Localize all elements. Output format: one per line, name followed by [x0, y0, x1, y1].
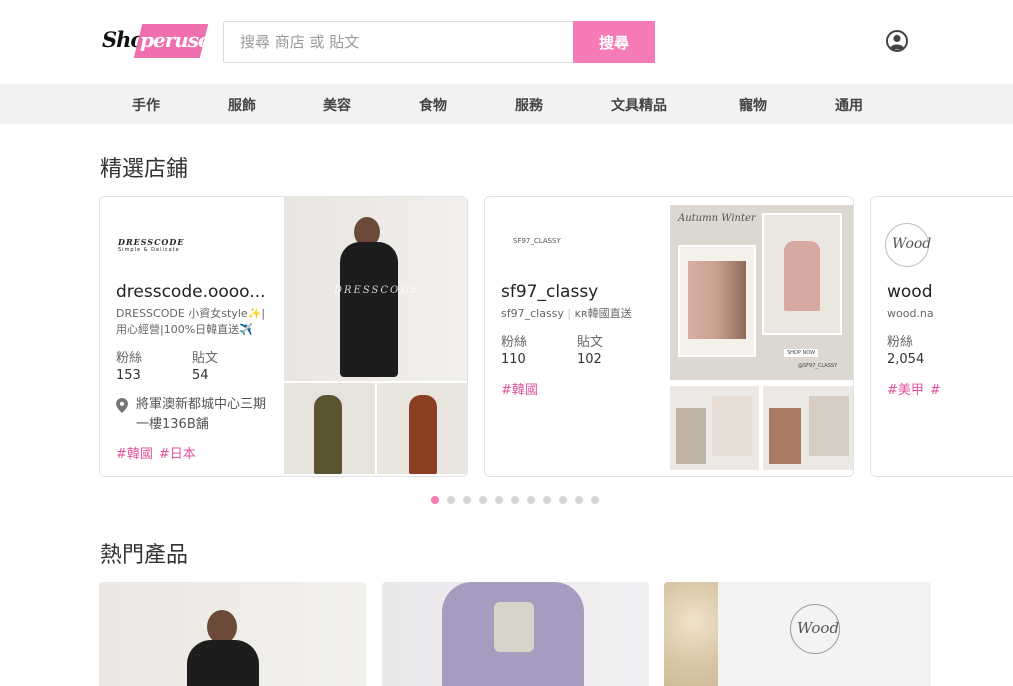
- carousel-dot[interactable]: [431, 496, 439, 504]
- store-photo-thumb-2: [763, 386, 853, 470]
- carousel-dot[interactable]: [559, 496, 567, 504]
- nav-item-beauty[interactable]: 美容: [323, 95, 351, 115]
- followers-label: 粉絲: [501, 335, 528, 350]
- tag-nails[interactable]: #美甲: [887, 383, 924, 398]
- posts-count: 102: [577, 352, 602, 367]
- user-icon[interactable]: [886, 30, 908, 52]
- logo[interactable]: Shop peruse: [100, 22, 211, 60]
- header: Shop peruse 搜尋: [0, 0, 1013, 84]
- logo-peruse: peruse: [140, 28, 211, 52]
- carousel-dot[interactable]: [495, 496, 503, 504]
- carousel-dot[interactable]: [511, 496, 519, 504]
- product-logo-text: Wood: [797, 619, 840, 637]
- nav-item-handmade[interactable]: 手作: [132, 95, 160, 115]
- store-tags: #美甲 #: [887, 379, 947, 398]
- nav-item-apparel[interactable]: 服飾: [228, 95, 256, 115]
- store-name[interactable]: wood: [887, 282, 933, 302]
- store-name[interactable]: dresscode.oooo...: [116, 282, 266, 302]
- store-tags: #韓國 #日本: [116, 443, 202, 462]
- store-handle: wood.na: [887, 307, 934, 320]
- nav-item-general[interactable]: 通用: [835, 95, 863, 115]
- search-input[interactable]: [223, 21, 573, 63]
- nav-item-food[interactable]: 食物: [419, 95, 447, 115]
- carousel-dot[interactable]: [447, 496, 455, 504]
- followers-count: 153: [116, 368, 141, 383]
- nav-item-stationery[interactable]: 文具精品: [611, 95, 667, 115]
- store-card-sf97-classy[interactable]: SF97_CLASSY sf97_classy sf97_classy | ᴋʀ…: [484, 196, 854, 477]
- category-nav: 手作 服飾 美容 食物 服務 文具精品 寵物 通用: [0, 84, 1013, 124]
- nav-item-services[interactable]: 服務: [515, 95, 543, 115]
- store-photo-thumb-2: [377, 383, 467, 474]
- carousel-dot[interactable]: [479, 496, 487, 504]
- store-card-wood[interactable]: Wood wood wood.na 粉絲 2,054 #美甲 #: [870, 196, 1013, 477]
- store-photo-thumb-1: [670, 386, 759, 470]
- product-card-1[interactable]: [99, 582, 366, 686]
- product-card-2[interactable]: [382, 582, 649, 686]
- tag-japan[interactable]: #日本: [159, 447, 196, 462]
- carousel-dot[interactable]: [527, 496, 535, 504]
- carousel-dot[interactable]: [575, 496, 583, 504]
- store-card-dresscode[interactable]: DRESSCODE Simple & Delicate dresscode.oo…: [99, 196, 468, 477]
- store-photo-thumb-1: [284, 383, 375, 474]
- posts-count: 54: [192, 368, 209, 383]
- search-button[interactable]: 搜尋: [573, 21, 655, 63]
- followers-count: 2,054: [887, 352, 925, 367]
- store-photo-text: DRESSCODE: [334, 285, 420, 296]
- store-logo: SF97_CLASSY: [513, 237, 561, 245]
- store-photo-main: DRESSCODE: [284, 197, 467, 381]
- store-description: DRESSCODE 小資女style✨|用心經營|100%日韓直送✈️: [116, 307, 266, 336]
- followers-label: 粉絲: [887, 335, 914, 350]
- followers-label: 粉絲: [116, 351, 143, 366]
- store-photo-main: Autumn Winter SHOP NOW @SF97_CLASSY: [670, 205, 853, 380]
- store-logo: DRESSCODE Simple & Delicate: [118, 237, 185, 253]
- posts-label: 貼文: [192, 351, 219, 366]
- tag-korea[interactable]: #韓國: [116, 447, 153, 462]
- pin-icon: [116, 398, 128, 413]
- featured-stores-title: 精選店鋪: [100, 157, 189, 182]
- tag-more[interactable]: #: [930, 383, 941, 398]
- store-logo: Wood: [885, 223, 931, 267]
- carousel-dot[interactable]: [591, 496, 599, 504]
- posts-label: 貼文: [577, 335, 604, 350]
- carousel-dots: [431, 496, 599, 504]
- carousel-dot[interactable]: [543, 496, 551, 504]
- product-card-3[interactable]: Wood: [664, 582, 931, 686]
- carousel-dot[interactable]: [463, 496, 471, 504]
- store-handle: sf97_classy | ᴋʀ韓國直送: [501, 307, 632, 320]
- followers-count: 110: [501, 352, 526, 367]
- store-tags: #韓國: [501, 379, 544, 398]
- hot-products-title: 熱門產品: [100, 543, 189, 568]
- store-location: 將軍澳新都城中心三期一樓136B舖: [136, 397, 267, 432]
- store-name[interactable]: sf97_classy: [501, 282, 598, 302]
- nav-item-pets[interactable]: 寵物: [739, 95, 767, 115]
- tag-korea[interactable]: #韓國: [501, 383, 538, 398]
